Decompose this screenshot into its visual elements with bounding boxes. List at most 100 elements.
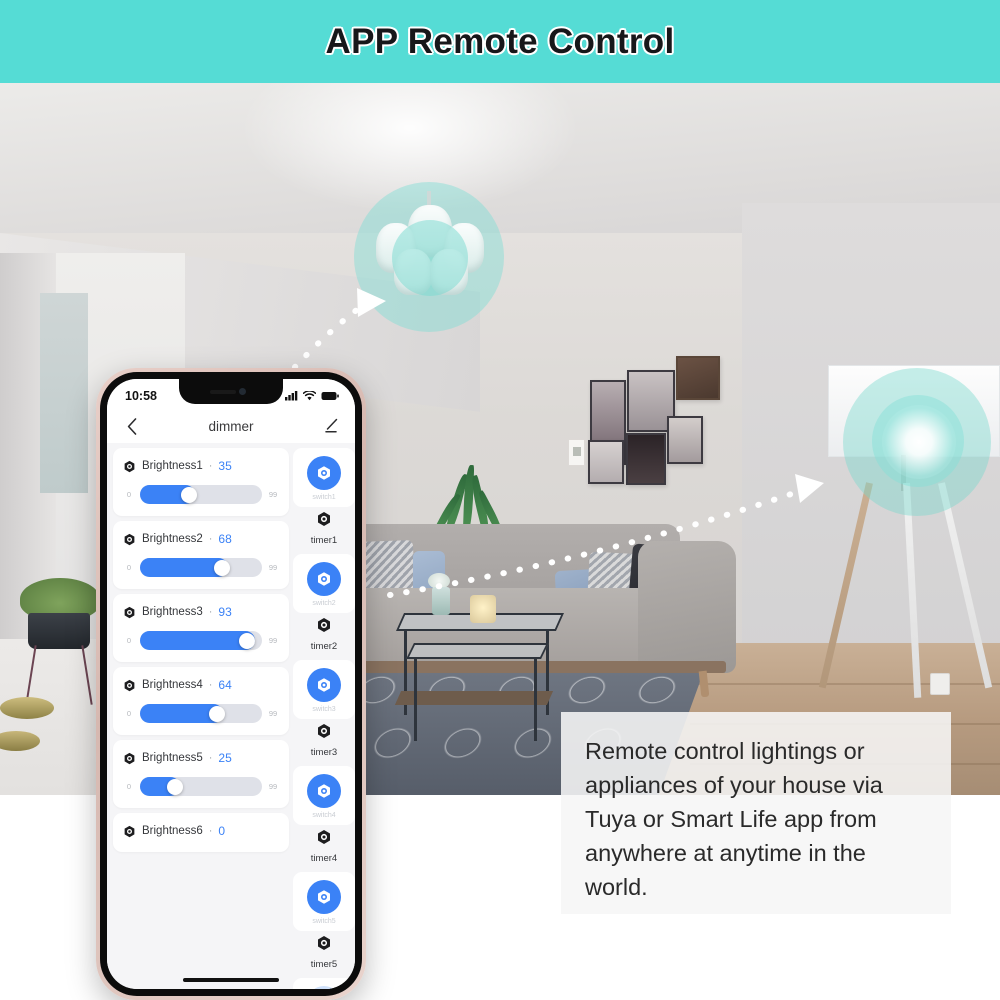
switch-timer-list: switch1 timer1 switch2 timer2 switch3 ti… xyxy=(289,443,355,989)
brightness-header: Brightness2 · 68 xyxy=(123,532,279,546)
switch-card[interactable]: switch1 xyxy=(293,448,355,507)
timer-gear-icon xyxy=(318,830,330,844)
slider-fill xyxy=(140,631,255,650)
timer-item[interactable]: timer5 xyxy=(293,935,355,970)
timer-item[interactable]: timer2 xyxy=(293,617,355,652)
switch-power-icon[interactable] xyxy=(307,774,341,808)
slider-knob[interactable] xyxy=(180,486,197,503)
wall-art-frame xyxy=(667,416,703,464)
caption-text: Remote control lightings or appliances o… xyxy=(585,738,883,900)
slider-min-label: 0 xyxy=(126,782,132,791)
page-title: APP Remote Control xyxy=(325,21,675,61)
switch-card[interactable]: switch3 xyxy=(293,660,355,719)
signal-bars-icon xyxy=(285,391,298,401)
header-banner: APP Remote Control xyxy=(0,0,1000,83)
switch-power-icon[interactable] xyxy=(307,880,341,914)
separator: · xyxy=(208,679,213,691)
slider-knob[interactable] xyxy=(238,632,255,649)
separator: · xyxy=(208,533,213,545)
switch-power-icon[interactable] xyxy=(307,986,341,989)
slider-track[interactable] xyxy=(140,777,262,796)
slider-row[interactable]: 0 99 xyxy=(123,704,279,723)
switch-card[interactable]: switch4 xyxy=(293,766,355,825)
gear-icon xyxy=(124,460,135,472)
timer-item[interactable]: timer1 xyxy=(293,511,355,546)
switch-power-icon[interactable] xyxy=(307,668,341,702)
slider-track[interactable] xyxy=(140,558,262,577)
gear-icon xyxy=(124,533,135,545)
back-chevron-icon[interactable] xyxy=(121,415,143,437)
phone-mockup: 10:58 dimmer Brightness1 · 35 0 99 Brigh… xyxy=(96,368,366,1000)
brightness-label: Brightness6 xyxy=(142,825,203,837)
slider-min-label: 0 xyxy=(126,636,132,645)
switch-power-icon[interactable] xyxy=(307,562,341,596)
switch-card[interactable]: switch2 xyxy=(293,554,355,613)
timer-label: timer2 xyxy=(310,641,338,652)
timer-gear-icon xyxy=(318,936,330,950)
wall-switch-plate xyxy=(568,439,585,466)
slider-row[interactable]: 0 99 xyxy=(123,558,279,577)
brightness-value: 93 xyxy=(218,605,232,619)
edit-pencil-icon[interactable] xyxy=(319,415,341,437)
switch-label: switch3 xyxy=(312,706,336,713)
glass-vase xyxy=(432,587,450,615)
slider-knob[interactable] xyxy=(167,778,184,795)
wifi-icon xyxy=(303,391,316,401)
switch-card[interactable]: switch5 xyxy=(293,872,355,931)
wall-art-frame xyxy=(676,356,720,400)
gear-icon xyxy=(124,606,135,618)
brightness-header: Brightness6 · 0 xyxy=(123,824,279,838)
slider-row[interactable]: 0 99 xyxy=(123,777,279,796)
brightness-row: Brightness6 · 0 xyxy=(113,813,289,852)
wall-art-frame xyxy=(626,433,666,485)
slider-track[interactable] xyxy=(140,631,262,650)
brightness-row: Brightness4 · 64 0 99 xyxy=(113,667,289,735)
floorboard xyxy=(690,683,1000,685)
nav-title: dimmer xyxy=(208,418,254,434)
slider-knob[interactable] xyxy=(213,559,230,576)
slider-max-label: 99 xyxy=(268,563,278,572)
brightness-value: 68 xyxy=(218,532,232,546)
battery-icon xyxy=(321,392,339,400)
slider-max-label: 99 xyxy=(268,782,278,791)
gear-icon xyxy=(124,679,135,691)
home-indicator xyxy=(183,978,279,982)
brightness-list: Brightness1 · 35 0 99 Brightness2 · 68 0… xyxy=(107,443,289,989)
slider-min-label: 0 xyxy=(126,490,132,499)
switch-label: switch1 xyxy=(312,494,336,501)
timer-gear-icon xyxy=(318,512,330,526)
brightness-header: Brightness5 · 25 xyxy=(123,751,279,765)
slider-max-label: 99 xyxy=(268,709,278,718)
timer-item[interactable]: timer3 xyxy=(293,723,355,758)
switch-label: switch2 xyxy=(312,600,336,607)
switch-power-icon[interactable] xyxy=(307,456,341,490)
separator: · xyxy=(208,460,213,472)
gear-icon xyxy=(124,752,135,764)
table-lower-shelf xyxy=(394,691,554,705)
status-icons xyxy=(285,391,339,401)
phone-notch xyxy=(179,379,283,404)
slider-knob[interactable] xyxy=(208,705,225,722)
brightness-header: Brightness3 · 93 xyxy=(123,605,279,619)
slider-track[interactable] xyxy=(140,485,262,504)
slider-track[interactable] xyxy=(140,704,262,723)
table-leg xyxy=(414,657,417,741)
table-leg xyxy=(534,657,537,741)
decorative-bowl xyxy=(0,697,54,719)
separator: · xyxy=(208,606,213,618)
slider-row[interactable]: 0 99 xyxy=(123,485,279,504)
slider-row[interactable]: 0 99 xyxy=(123,631,279,650)
timer-gear-icon xyxy=(318,724,330,738)
timer-label: timer4 xyxy=(310,853,338,864)
slider-max-label: 99 xyxy=(268,490,278,499)
brightness-label: Brightness1 xyxy=(142,460,203,472)
sofa-arm-right xyxy=(638,541,736,673)
timer-item[interactable]: timer4 xyxy=(293,829,355,864)
brightness-label: Brightness4 xyxy=(142,679,203,691)
slider-min-label: 0 xyxy=(126,709,132,718)
switch-label: switch5 xyxy=(312,918,336,925)
side-table-top xyxy=(406,643,549,659)
timer-label: timer5 xyxy=(310,959,338,970)
timer-label: timer1 xyxy=(310,535,338,546)
switch-card[interactable]: switch6 xyxy=(293,978,355,989)
